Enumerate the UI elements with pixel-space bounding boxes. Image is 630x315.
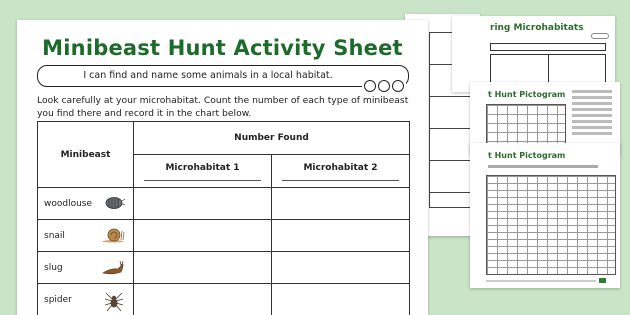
preview-footer [486,280,596,282]
microhabitat-2-cell[interactable] [271,187,410,220]
table-row: spider [37,283,410,315]
table-row: slug [37,251,410,284]
divider [144,180,261,181]
snail-icon [103,228,125,243]
header-minibeast: Minibeast [37,121,134,188]
microhabitat-1-cell[interactable] [133,187,272,220]
microhabitat-1-cell[interactable] [133,219,272,252]
minibeast-name: woodlouse [44,198,93,209]
minibeast-cell: slug [37,251,134,284]
minibeast-tally-table: Minibeast Number Found Microhabitat 1 Mi… [37,121,410,315]
microhabitat-2-cell[interactable] [271,251,410,284]
header-microhabitat-1: Microhabitat 1 [133,154,272,188]
table-row: snail [37,219,410,252]
microhabitat-2-cell[interactable] [271,283,410,315]
logo-icon [599,278,606,283]
main-activity-sheet: Minibeast Hunt Activity Sheet I can find… [17,20,428,315]
preview-title: t Hunt Pictogram [488,151,566,160]
preview-notes [572,90,616,138]
preview-title: t Hunt Pictogram [488,90,566,99]
header-microhabitat-2: Microhabitat 2 [271,154,410,188]
minibeast-cell: snail [37,219,134,252]
objective-text: I can find and name some animals in a lo… [83,70,333,81]
minibeast-name: spider [44,294,72,305]
header-label: Microhabitat 2 [303,163,378,173]
minibeast-cell: spider [37,283,134,315]
instructions-text: Look carefully at your microhabitat. Cou… [37,95,409,119]
preview-circles [591,33,609,39]
self-assessment-circles [362,80,406,92]
minibeast-cell: woodlouse [37,187,134,220]
slug-icon [102,260,124,275]
header-number-found: Number Found [133,121,410,155]
preview-title: ring Microhabitats [490,23,584,33]
preview-sheet-pictogram-2: t Hunt Pictogram [470,143,620,288]
assessment-circle [364,80,376,92]
pictogram-grid [486,104,566,148]
microhabitat-1-cell[interactable] [133,283,272,315]
preview-instruction-box [490,43,606,51]
minibeast-name: snail [44,230,65,241]
page-title: Minibeast Hunt Activity Sheet [42,36,403,60]
woodlouse-icon [105,197,125,209]
preview-subtitle-line [488,165,598,168]
table-row: woodlouse [37,187,410,220]
learning-objective-box: I can find and name some animals in a lo… [37,65,409,92]
divider [282,180,399,181]
microhabitat-1-cell[interactable] [133,251,272,284]
spider-icon [104,292,124,312]
preview-sheet-microhabitats: ring Microhabitats [452,16,615,92]
microhabitat-2-cell[interactable] [271,219,410,252]
assessment-circle [378,80,390,92]
minibeast-name: slug [44,262,63,273]
assessment-circle [392,80,404,92]
header-label: Microhabitat 1 [165,163,240,173]
pictogram-grid [486,175,616,275]
